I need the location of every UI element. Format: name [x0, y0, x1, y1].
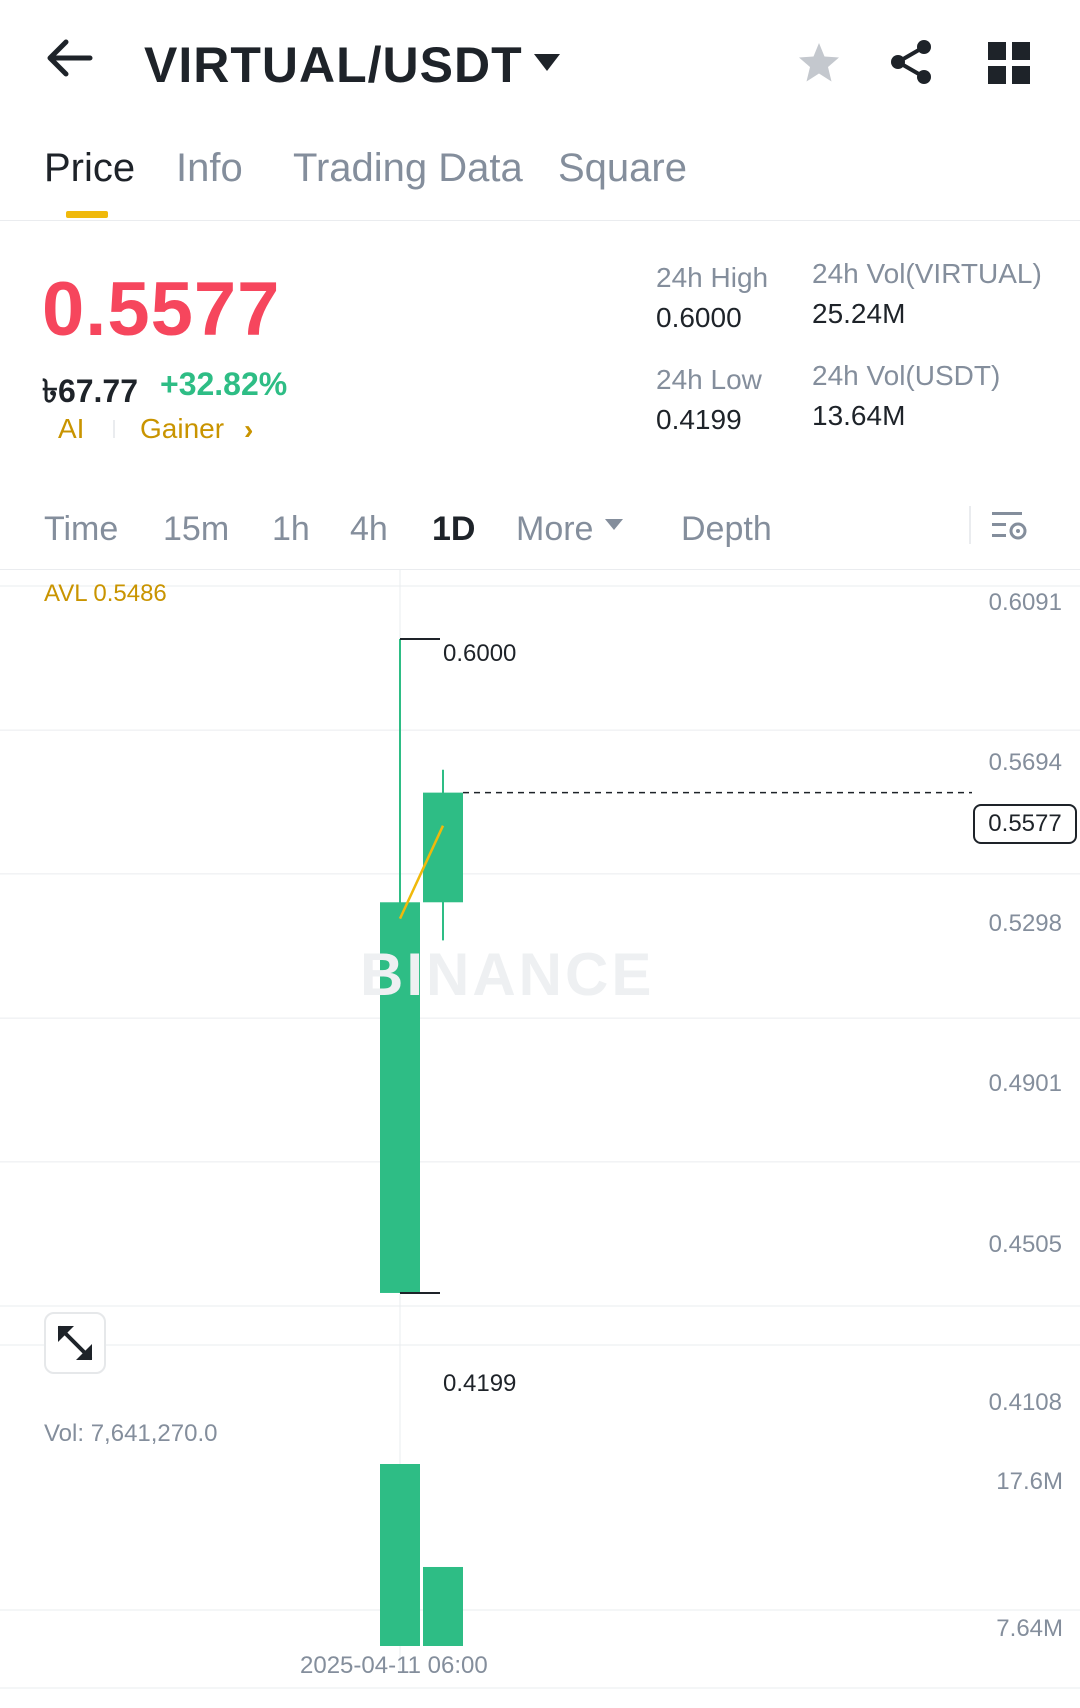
- interval-4h[interactable]: 4h: [350, 510, 388, 549]
- active-tab-indicator: [66, 211, 108, 218]
- low-value: 0.4199: [656, 404, 742, 435]
- candle-body: [423, 792, 463, 903]
- price-axis-tick: 0.5694: [988, 749, 1062, 776]
- tab-square[interactable]: Square: [558, 146, 687, 191]
- chevron-right-icon[interactable]: ›: [244, 414, 253, 446]
- vol-quote-value: 13.64M: [812, 400, 906, 431]
- vol-quote-label: 24h Vol(USDT): [812, 360, 1001, 391]
- price-change-percent: +32.82%: [160, 366, 288, 402]
- caret-down-icon[interactable]: [532, 52, 562, 74]
- time-axis-label: 2025-04-11 06:00: [300, 1652, 488, 1679]
- low-marker-label: 0.4199: [443, 1370, 517, 1397]
- tag-separator: [113, 420, 115, 438]
- volume-bar: [423, 1566, 463, 1646]
- volume-bar: [380, 1464, 420, 1646]
- grid-icon[interactable]: [988, 42, 1030, 84]
- price-axis-tick: 0.6091: [988, 589, 1062, 616]
- price-axis-tick: 0.5298: [988, 910, 1062, 937]
- caret-down-icon[interactable]: [604, 518, 624, 532]
- volume-label: Vol: 7,641,270.0: [44, 1420, 218, 1447]
- tag-ai[interactable]: AI: [58, 413, 84, 445]
- star-icon[interactable]: [796, 40, 842, 86]
- interval-time[interactable]: Time: [44, 510, 118, 549]
- chart-settings-icon[interactable]: [990, 506, 1030, 546]
- price-axis-tick: 0.4901: [988, 1070, 1062, 1097]
- tab-info[interactable]: Info: [176, 146, 243, 191]
- high-marker-label: 0.6000: [443, 640, 517, 667]
- interval-depth[interactable]: Depth: [681, 510, 772, 549]
- avl-label: AVL 0.5486: [44, 580, 167, 607]
- back-arrow-icon[interactable]: [44, 38, 94, 78]
- interval-1h[interactable]: 1h: [272, 510, 310, 549]
- vol-base-value: 25.24M: [812, 298, 906, 329]
- high-value: 0.6000: [656, 302, 742, 333]
- price-axis-tick: 0.4505: [988, 1231, 1062, 1258]
- current-price-tag: 0.5577: [973, 804, 1077, 844]
- interval-1d[interactable]: 1D: [432, 510, 475, 549]
- volume-axis-tick: 7.64M: [996, 1615, 1063, 1642]
- interval-more[interactable]: More: [516, 510, 593, 549]
- tab-price[interactable]: Price: [44, 146, 135, 191]
- expand-icon: [58, 1326, 92, 1360]
- volume-axis-tick: 17.6M: [996, 1468, 1063, 1495]
- expand-chart-button[interactable]: [44, 1312, 106, 1374]
- last-price: 0.5577: [42, 267, 281, 352]
- vol-base-label: 24h Vol(VIRTUAL): [812, 258, 1042, 289]
- candlestick-chart[interactable]: [0, 570, 1080, 1690]
- fiat-price: ৳67.77: [42, 373, 139, 409]
- interval-separator: [969, 506, 971, 544]
- tabs-divider: [0, 220, 1080, 221]
- price-axis-tick: 0.4108: [988, 1389, 1062, 1416]
- pair-title[interactable]: VIRTUAL/USDT: [144, 36, 523, 94]
- interval-15m[interactable]: 15m: [163, 510, 229, 549]
- tag-gainer[interactable]: Gainer: [140, 413, 224, 445]
- low-label: 24h Low: [656, 364, 762, 395]
- binance-watermark: BINANCE: [360, 941, 655, 1008]
- high-label: 24h High: [656, 262, 769, 293]
- tab-trading-data[interactable]: Trading Data: [293, 146, 523, 191]
- share-icon[interactable]: [888, 38, 934, 86]
